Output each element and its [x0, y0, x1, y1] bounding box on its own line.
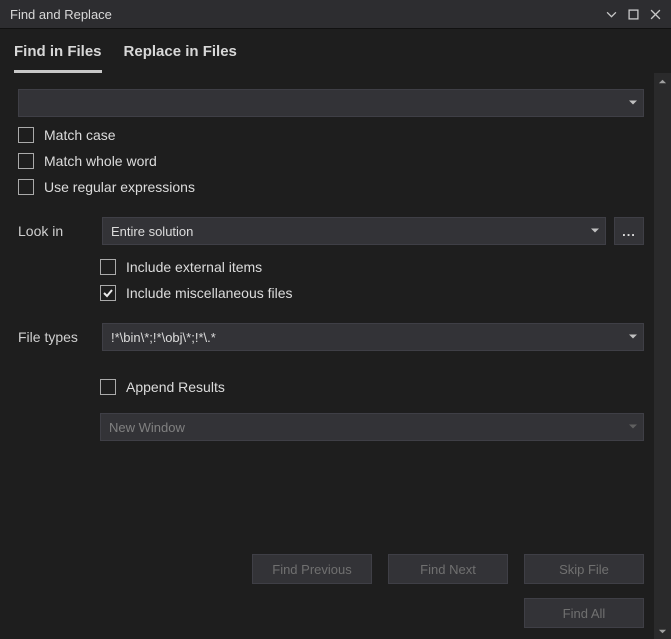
vertical-scrollbar[interactable] — [654, 73, 671, 639]
title-bar: Find and Replace — [0, 0, 671, 28]
look-in-label: Look in — [18, 223, 94, 239]
content-area: Match case Match whole word Use regular … — [0, 73, 654, 639]
scroll-up-icon[interactable] — [654, 73, 671, 90]
skip-file-button[interactable]: Skip File — [524, 554, 644, 584]
append-results-checkbox[interactable] — [100, 379, 116, 395]
results-window-combo[interactable] — [100, 413, 644, 441]
include-misc-checkbox[interactable] — [100, 285, 116, 301]
scroll-down-icon[interactable] — [654, 623, 671, 639]
include-external-checkbox[interactable] — [100, 259, 116, 275]
find-next-button[interactable]: Find Next — [388, 554, 508, 584]
search-term-combo[interactable] — [18, 89, 644, 117]
search-term-input[interactable] — [18, 89, 644, 117]
find-previous-button[interactable]: Find Previous — [252, 554, 372, 584]
match-case-checkbox[interactable] — [18, 127, 34, 143]
use-regex-checkbox[interactable] — [18, 179, 34, 195]
close-icon[interactable] — [645, 4, 665, 24]
tab-find-in-files[interactable]: Find in Files — [14, 43, 102, 73]
file-types-label: File types — [18, 329, 94, 345]
append-results-label: Append Results — [126, 379, 225, 395]
file-types-combo[interactable] — [102, 323, 644, 351]
use-regex-label: Use regular expressions — [44, 179, 195, 195]
tab-replace-in-files[interactable]: Replace in Files — [124, 43, 237, 73]
include-misc-label: Include miscellaneous files — [126, 285, 293, 301]
browse-button[interactable]: ... — [614, 217, 644, 245]
include-external-label: Include external items — [126, 259, 262, 275]
tab-bar: Find in Files Replace in Files — [0, 28, 671, 73]
match-case-label: Match case — [44, 127, 116, 143]
look-in-combo[interactable] — [102, 217, 606, 245]
look-in-input[interactable] — [102, 217, 606, 245]
window-title: Find and Replace — [10, 7, 599, 22]
results-window-input — [100, 413, 644, 441]
match-whole-word-label: Match whole word — [44, 153, 157, 169]
dropdown-icon[interactable] — [601, 4, 621, 24]
match-whole-word-checkbox[interactable] — [18, 153, 34, 169]
find-all-button[interactable]: Find All — [524, 598, 644, 628]
maximize-icon[interactable] — [623, 4, 643, 24]
file-types-input[interactable] — [102, 323, 644, 351]
